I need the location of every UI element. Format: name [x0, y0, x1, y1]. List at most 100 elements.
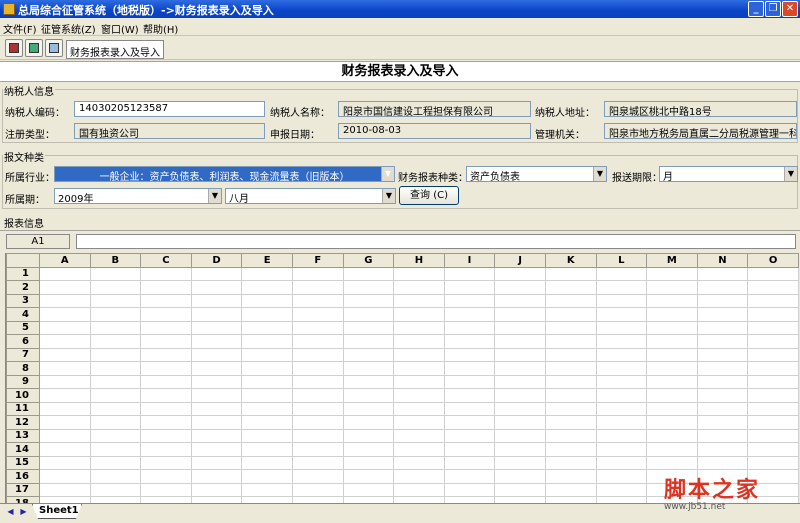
column-header[interactable]: C: [140, 253, 192, 268]
column-header[interactable]: J: [494, 253, 546, 268]
grid-cell[interactable]: [393, 280, 445, 295]
grid-cell[interactable]: [544, 401, 597, 416]
grid-cell[interactable]: [393, 347, 445, 362]
grid-cell[interactable]: [595, 415, 648, 430]
grid-cell[interactable]: [241, 469, 293, 484]
grid-cell[interactable]: [241, 266, 293, 281]
grid-cell[interactable]: [443, 374, 496, 389]
menu-tax-system[interactable]: 征管系统(Z): [41, 21, 96, 36]
grid-cell[interactable]: [291, 361, 344, 376]
grid-cell[interactable]: [494, 401, 546, 416]
grid-cell[interactable]: [595, 307, 648, 322]
grid-cell[interactable]: [646, 293, 698, 308]
grid-cell[interactable]: [595, 320, 648, 335]
grid-cell[interactable]: [140, 388, 192, 403]
grid-cell[interactable]: [291, 293, 344, 308]
grid-cell[interactable]: [696, 415, 749, 430]
minimize-button[interactable]: _: [748, 1, 764, 17]
grid-cell[interactable]: [646, 334, 698, 349]
grid-cell[interactable]: [393, 455, 445, 470]
grid-cell[interactable]: [38, 307, 91, 322]
restore-button[interactable]: ❐: [765, 1, 781, 17]
column-header[interactable]: A: [38, 253, 91, 268]
grid-cell[interactable]: [140, 347, 192, 362]
grid-cell[interactable]: [544, 334, 597, 349]
grid-cell[interactable]: [291, 320, 344, 335]
grid-cell[interactable]: [89, 455, 142, 470]
grid-cell[interactable]: [38, 347, 91, 362]
row-header[interactable]: 9: [6, 374, 40, 389]
grid-cell[interactable]: [89, 469, 142, 484]
grid-cell[interactable]: [140, 307, 192, 322]
grid-cell[interactable]: [494, 469, 546, 484]
grid-cell[interactable]: [190, 307, 243, 322]
grid-cell[interactable]: [595, 347, 648, 362]
grid-cell[interactable]: [190, 293, 243, 308]
grid-cell[interactable]: [89, 401, 142, 416]
grid-cell[interactable]: [190, 388, 243, 403]
grid-cell[interactable]: [140, 469, 192, 484]
row-header[interactable]: 16: [6, 469, 40, 484]
row-header[interactable]: 14: [6, 442, 40, 457]
grid-cell[interactable]: [544, 482, 597, 497]
grid-cell[interactable]: [443, 482, 496, 497]
grid-cell[interactable]: [443, 280, 496, 295]
row-header[interactable]: 10: [6, 388, 40, 403]
grid-cell[interactable]: [38, 320, 91, 335]
column-header[interactable]: L: [595, 253, 648, 268]
grid-cell[interactable]: [89, 347, 142, 362]
grid-cell[interactable]: [38, 482, 91, 497]
grid-cell[interactable]: [140, 442, 192, 457]
close-button[interactable]: ✕: [782, 1, 798, 17]
grid-cell[interactable]: [89, 307, 142, 322]
grid-cell[interactable]: [443, 266, 496, 281]
spreadsheet-grid[interactable]: ABCDEFGHIJKLMNO 1 2 3 4 5 6 7 8 9 10 11 12 13 14 15 16 1…: [5, 253, 799, 503]
grid-cell[interactable]: [38, 374, 91, 389]
grid-cell[interactable]: [291, 469, 344, 484]
row-header[interactable]: 17: [6, 482, 40, 497]
grid-cell[interactable]: [494, 334, 546, 349]
grid-cell[interactable]: [140, 415, 192, 430]
grid-cell[interactable]: [342, 347, 395, 362]
grid-cell[interactable]: [291, 280, 344, 295]
grid-cell[interactable]: [443, 455, 496, 470]
grid-cell[interactable]: [595, 334, 648, 349]
row-header[interactable]: 2: [6, 280, 40, 295]
grid-cell[interactable]: [241, 401, 293, 416]
toolbar-users-button[interactable]: [25, 39, 43, 57]
grid-cell[interactable]: [544, 442, 597, 457]
grid-cell[interactable]: [291, 482, 344, 497]
column-header[interactable]: I: [443, 253, 496, 268]
menu-window[interactable]: 窗口(W): [101, 21, 139, 36]
grid-cell[interactable]: [494, 388, 546, 403]
row-header[interactable]: 5: [6, 320, 40, 335]
grid-cell[interactable]: [646, 442, 698, 457]
grid-cell[interactable]: [342, 415, 395, 430]
grid-cell[interactable]: [393, 482, 445, 497]
grid-cell[interactable]: [140, 401, 192, 416]
grid-cell[interactable]: [241, 293, 293, 308]
grid-cell[interactable]: [443, 469, 496, 484]
grid-cell[interactable]: [342, 334, 395, 349]
grid-cell[interactable]: [494, 307, 546, 322]
toolbar-book-button[interactable]: [5, 39, 23, 57]
grid-cell[interactable]: [443, 401, 496, 416]
grid-cell[interactable]: [595, 361, 648, 376]
grid-cell[interactable]: [241, 442, 293, 457]
grid-cell[interactable]: [393, 442, 445, 457]
grid-cell[interactable]: [696, 428, 749, 443]
grid-cell[interactable]: [443, 307, 496, 322]
grid-cell[interactable]: [140, 361, 192, 376]
grid-cell[interactable]: [544, 415, 597, 430]
column-header[interactable]: K: [544, 253, 597, 268]
row-header[interactable]: 7: [6, 347, 40, 362]
grid-cell[interactable]: [291, 428, 344, 443]
grid-cell[interactable]: [494, 482, 546, 497]
grid-cell[interactable]: [38, 401, 91, 416]
grid-cell[interactable]: [696, 266, 749, 281]
grid-cell[interactable]: [443, 415, 496, 430]
query-button[interactable]: 查询 (C): [399, 186, 459, 205]
row-header[interactable]: 11: [6, 401, 40, 416]
grid-cell[interactable]: [291, 401, 344, 416]
grid-cell[interactable]: [696, 280, 749, 295]
